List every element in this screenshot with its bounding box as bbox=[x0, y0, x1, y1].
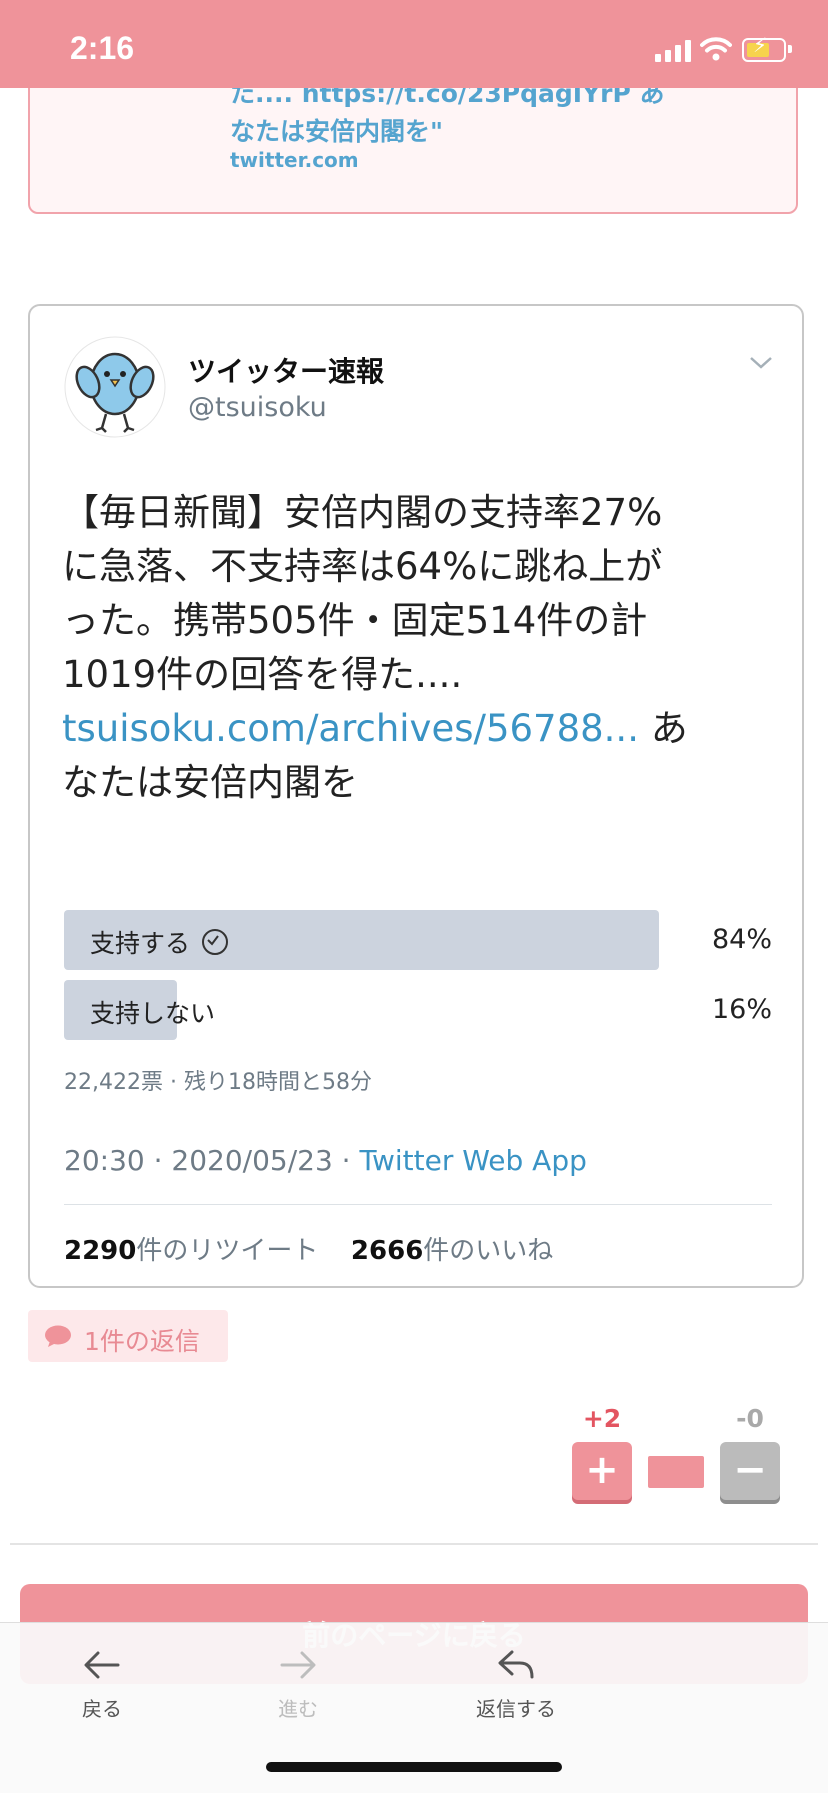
poll-option-oppose[interactable]: 支持しない 16% bbox=[64, 980, 772, 1040]
previous-card-domain: twitter.com bbox=[230, 148, 359, 172]
poll-option-support[interactable]: 支持する 84% bbox=[64, 910, 772, 970]
tweet-text-line: 1019件の回答を得た.... bbox=[62, 653, 463, 696]
bird-avatar-icon bbox=[64, 336, 166, 438]
like-label[interactable]: 件のいいね bbox=[423, 1236, 553, 1266]
retweet-count[interactable]: 2290 bbox=[64, 1236, 136, 1266]
poll-meta: 22,422票 · 残り18時間と58分 bbox=[64, 1070, 372, 1095]
like-count[interactable]: 2666 bbox=[351, 1236, 423, 1266]
reply-count-label: 1件の返信 bbox=[84, 1327, 200, 1356]
downvote-button[interactable]: − bbox=[720, 1442, 780, 1500]
tweet-timestamp[interactable]: 20:30 · 2020/05/23 · bbox=[64, 1144, 359, 1177]
tweet-stats: 2290件のリツイート 2666件のいいね bbox=[64, 1230, 553, 1267]
avatar[interactable] bbox=[64, 336, 166, 438]
divider bbox=[64, 1204, 772, 1205]
embedded-tweet[interactable]: ツイッター速報 @tsuisoku 【毎日新聞】安倍内閣の支持率27% に急落、… bbox=[28, 304, 804, 1288]
charging-bolt-icon: ⚡ bbox=[753, 33, 768, 57]
tweet-text-line: った。携帯505件・固定514件の計 bbox=[62, 599, 648, 642]
author-name[interactable]: ツイッター速報 bbox=[188, 350, 384, 390]
status-time: 2:16 bbox=[70, 30, 135, 66]
tweet-link[interactable]: tsuisoku.com/archives/56788... bbox=[62, 707, 639, 750]
tweet-text-line: 【毎日新聞】安倍内閣の支持率27% bbox=[62, 491, 663, 534]
vote-ratio-bar bbox=[648, 1456, 704, 1488]
check-circle-icon bbox=[202, 929, 229, 955]
retweet-label[interactable]: 件のリツイート bbox=[136, 1236, 318, 1266]
reply-count-badge[interactable]: 1件の返信 bbox=[28, 1310, 228, 1362]
nav-back-button[interactable]: 戻る bbox=[42, 1623, 162, 1733]
wifi-icon bbox=[700, 37, 732, 61]
author-handle[interactable]: @tsuisoku bbox=[188, 392, 327, 423]
poll-option-percent: 84% bbox=[711, 924, 772, 955]
poll-option-label: 支持しない bbox=[90, 999, 216, 1028]
tweet-text-line: に急落、不支持率は64%に跳ね上が bbox=[62, 545, 663, 588]
speech-bubble-icon bbox=[45, 1325, 71, 1347]
home-indicator[interactable] bbox=[266, 1762, 562, 1772]
previous-card-link-cont[interactable]: なたは安倍内閣を" bbox=[230, 112, 443, 148]
tweet-text-fragment: あ bbox=[638, 707, 688, 750]
nav-forward-label: 進む bbox=[278, 1697, 318, 1721]
tweet-text: 【毎日新聞】安倍内閣の支持率27% に急落、不支持率は64%に跳ね上が った。携… bbox=[62, 486, 782, 810]
arrow-right-icon bbox=[280, 1651, 316, 1679]
section-divider bbox=[10, 1543, 818, 1545]
poll-option-label: 支持する bbox=[90, 929, 191, 958]
status-bar: 2:16 ⚡ bbox=[0, 0, 828, 88]
plus-icon: + bbox=[585, 1447, 619, 1493]
downvote-count: -0 bbox=[736, 1404, 764, 1433]
tweet-source-app[interactable]: Twitter Web App bbox=[359, 1144, 586, 1177]
arrow-left-icon bbox=[84, 1651, 120, 1679]
poll-option-percent: 16% bbox=[711, 994, 772, 1025]
upvote-count: +2 bbox=[582, 1404, 622, 1433]
cellular-signal-icon bbox=[655, 40, 691, 62]
tweet-text-line: なたは安倍内閣を bbox=[62, 761, 358, 804]
chevron-down-icon[interactable] bbox=[748, 352, 774, 372]
upvote-button[interactable]: + bbox=[572, 1442, 632, 1500]
nav-reply-button[interactable]: 返信する bbox=[456, 1623, 576, 1733]
nav-back-label: 戻る bbox=[82, 1697, 122, 1721]
nav-reply-label: 返信する bbox=[476, 1697, 556, 1721]
nav-forward-button[interactable]: 進む bbox=[238, 1623, 358, 1733]
minus-icon: − bbox=[733, 1447, 767, 1493]
reply-icon bbox=[498, 1650, 534, 1679]
